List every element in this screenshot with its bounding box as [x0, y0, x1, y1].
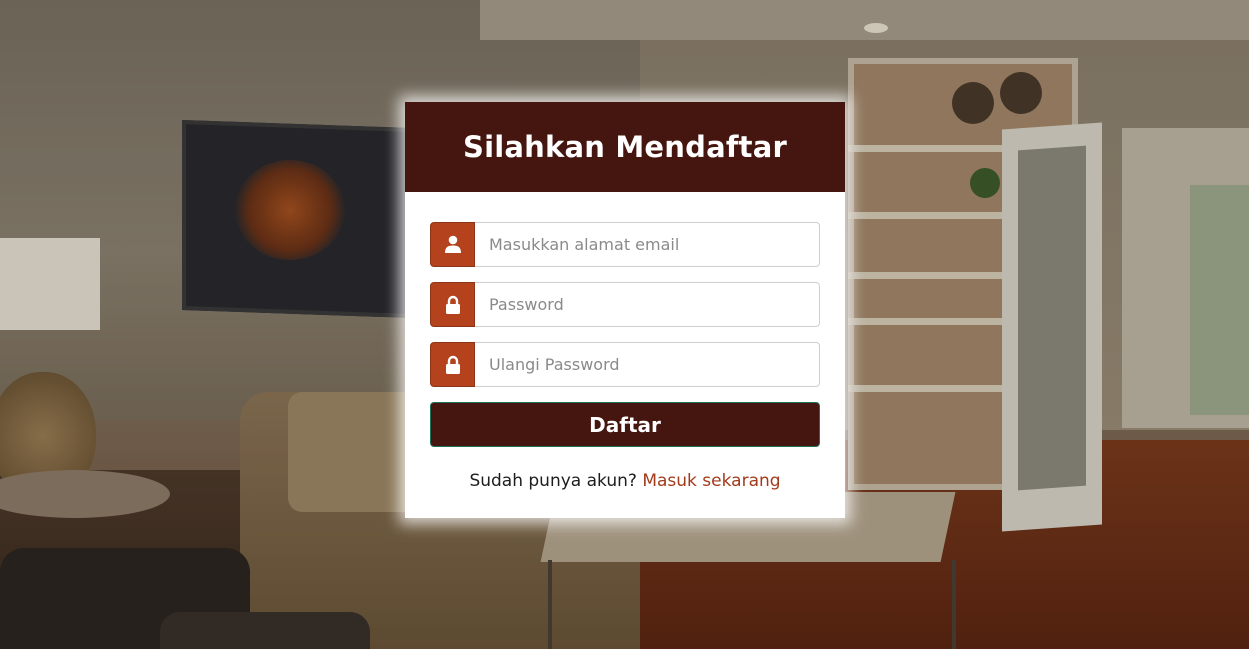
email-input-group [430, 222, 820, 267]
register-card-header: Silahkan Mendaftar [405, 102, 845, 192]
password-input[interactable] [475, 282, 820, 327]
password-input-group [430, 282, 820, 327]
password-confirm-input-group [430, 342, 820, 387]
login-prompt-text: Sudah punya akun? [469, 471, 637, 491]
password-confirm-input[interactable] [475, 342, 820, 387]
register-card: Silahkan Mendaftar Masukkan alamat email… [405, 102, 845, 518]
login-link[interactable]: Masuk sekarang [642, 471, 780, 491]
register-title: Silahkan Mendaftar [462, 130, 788, 164]
lock-icon [430, 342, 475, 387]
register-submit-button[interactable]: Daftar [430, 402, 820, 447]
lock-icon [430, 282, 475, 327]
login-prompt-line: Sudah punya akun? Masuk sekarang [430, 471, 820, 491]
register-form: Daftar Sudah punya akun? Masuk sekarang [405, 192, 845, 491]
email-input[interactable] [475, 222, 820, 267]
user-icon [430, 222, 475, 267]
